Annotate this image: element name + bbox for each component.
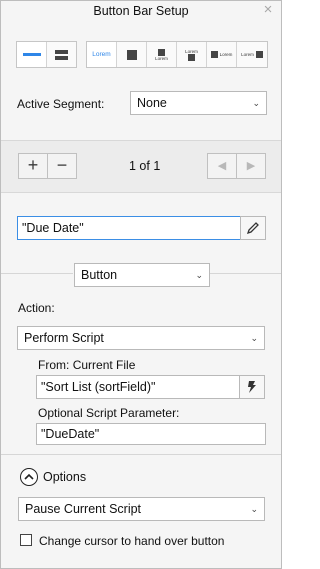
icon-below-label-button[interactable]: Lorem [177, 42, 207, 67]
chevron-down-icon: ⌄ [252, 98, 260, 108]
script-parameter-field[interactable]: "DueDate" [36, 423, 266, 445]
hand-cursor-label: Change cursor to hand over button [39, 534, 225, 548]
script-source-label: From: Current File [38, 358, 136, 372]
action-select[interactable]: Perform Script ⌄ [17, 326, 265, 350]
divider-left [1, 273, 73, 274]
chevron-down-icon: ⌄ [250, 504, 258, 514]
script-behavior-select[interactable]: Pause Current Script ⌄ [18, 497, 265, 521]
icon-below-label-icon [188, 53, 195, 61]
segment-label-input[interactable]: "Due Date" [17, 216, 241, 240]
options-disclosure-button[interactable] [20, 468, 38, 486]
label-icon-position-control[interactable]: Lorem Lorem Lorem Lorem Lorem [86, 41, 268, 68]
segment-counter: 1 of 1 [129, 159, 161, 173]
text-only-icon: Lorem [92, 51, 111, 58]
horizontal-orientation-icon [22, 53, 41, 56]
active-segment-label: Active Segment: [17, 97, 105, 111]
chevron-down-icon: ⌄ [250, 333, 258, 343]
icon-left-of-label-icon: Lorem [210, 51, 232, 58]
script-name-field[interactable]: "Sort List (sortField)" [36, 375, 240, 399]
icon-right-of-label-icon: Lorem [241, 51, 263, 58]
icon-left-of-label-button[interactable]: Lorem [207, 42, 237, 67]
add-segment-button[interactable]: + [18, 153, 48, 179]
hand-cursor-checkbox[interactable] [20, 534, 32, 546]
specify-script-button[interactable] [239, 375, 265, 399]
icon-only-icon [126, 49, 137, 60]
script-parameter-label: Optional Script Parameter: [38, 406, 180, 420]
horizontal-orientation-button[interactable] [17, 42, 47, 67]
options-label: Options [43, 470, 87, 484]
options-divider [1, 454, 281, 455]
text-only-button[interactable]: Lorem [87, 42, 117, 67]
pencil-icon [246, 222, 259, 235]
icon-above-label-icon [158, 48, 165, 56]
action-label: Action: [18, 301, 55, 315]
icon-only-button[interactable] [117, 42, 147, 67]
edit-label-button[interactable] [240, 216, 266, 240]
orientation-toggle[interactable] [16, 41, 77, 68]
script-icon [248, 381, 256, 393]
icon-right-of-label-button[interactable]: Lorem [237, 42, 267, 67]
active-segment-select[interactable]: None ⌄ [130, 91, 267, 115]
previous-segment-button[interactable]: ◀ [207, 153, 237, 179]
icon-above-label-button[interactable]: Lorem [147, 42, 177, 67]
vertical-orientation-button[interactable] [47, 42, 76, 67]
next-segment-button[interactable]: ▶ [236, 153, 266, 179]
dialog-title: Button Bar Setup [93, 4, 189, 18]
button-bar-setup-dialog: Button Bar Setup × Lorem Lorem Lorem Lor… [0, 0, 282, 569]
chevron-up-icon [24, 473, 34, 480]
vertical-orientation-icon [55, 49, 68, 60]
remove-segment-button[interactable]: − [47, 153, 77, 179]
divider-right [210, 273, 281, 274]
segment-type-select[interactable]: Button ⌄ [74, 263, 210, 287]
close-icon[interactable]: × [261, 2, 275, 18]
chevron-down-icon: ⌄ [195, 270, 203, 280]
